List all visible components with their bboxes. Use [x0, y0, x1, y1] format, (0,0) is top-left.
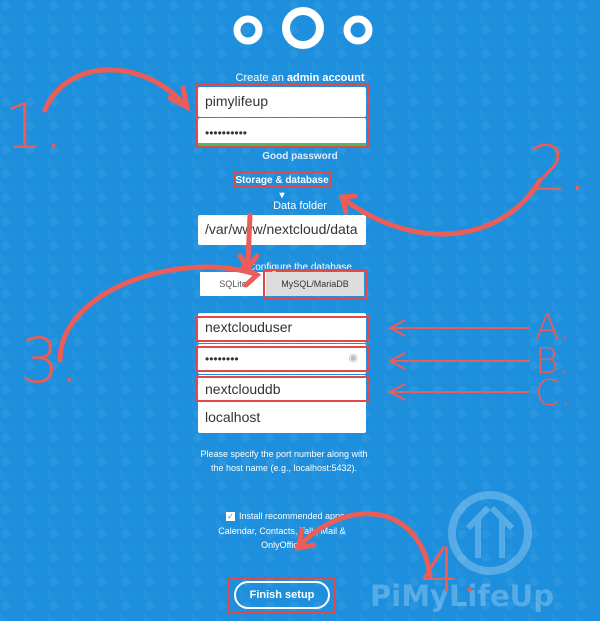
data-folder-input[interactable]: /var/www/nextcloud/data: [198, 215, 366, 245]
db-password-input[interactable]: •••••••• ◉: [198, 344, 366, 374]
create-admin-heading: Create an admin account: [235, 72, 365, 84]
sqlite-option[interactable]: SQLite: [200, 272, 266, 296]
arrow-a: [387, 319, 530, 337]
annotation-3: 3.: [20, 324, 80, 397]
data-folder-value: /var/www/nextcloud/data: [205, 221, 358, 237]
admin-username-value: pimylifeup: [205, 93, 269, 109]
checkbox-icon[interactable]: ✓: [226, 512, 235, 522]
show-password-icon[interactable]: ◉: [348, 351, 358, 364]
password-strength-bar: [198, 143, 366, 146]
port-hint: Please specify the port number along wit…: [200, 449, 368, 473]
data-folder-label: Data folder: [273, 200, 327, 212]
arrow-b: [387, 352, 530, 370]
annotation-c: C.: [535, 373, 572, 414]
annotation-4: 4.: [420, 534, 480, 607]
db-user-value: nextclouduser: [205, 319, 293, 335]
password-strength-label: Good password: [262, 151, 338, 162]
annotation-1: 1.: [4, 90, 64, 163]
admin-username-input[interactable]: pimylifeup: [198, 87, 366, 117]
install-apps-row[interactable]: ✓ Install recommended apps: [226, 511, 345, 522]
db-user-input[interactable]: nextclouduser: [198, 313, 366, 343]
install-apps-label: Install recommended apps: [239, 511, 345, 521]
annotation-2: 2.: [528, 132, 588, 205]
db-name-input[interactable]: nextclouddb: [198, 375, 366, 405]
recommended-apps-list: Calendar, Contacts, Talk, Mail & OnlyOff…: [218, 526, 346, 550]
arrow-c: [387, 383, 530, 401]
storage-database-toggle[interactable]: Storage & database ▾: [233, 171, 331, 201]
db-password-value: ••••••••: [205, 352, 239, 366]
db-host-value: localhost: [205, 409, 261, 425]
db-host-input[interactable]: localhost: [198, 403, 366, 433]
mysql-option[interactable]: MySQL/MariaDB: [266, 272, 364, 296]
finish-setup-button[interactable]: Finish setup: [234, 581, 330, 609]
db-name-value: nextclouddb: [205, 381, 281, 397]
nextcloud-logo: [233, 7, 373, 49]
admin-password-input[interactable]: ••••••••••: [198, 118, 366, 146]
admin-password-value: ••••••••••: [205, 126, 248, 140]
